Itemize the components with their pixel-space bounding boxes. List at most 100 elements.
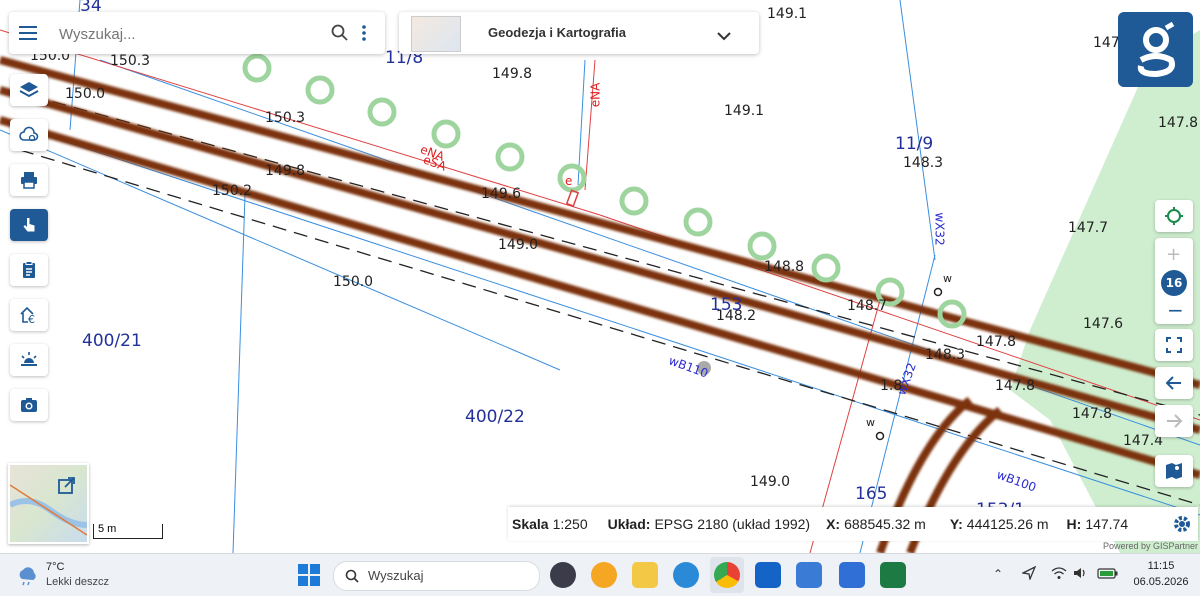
height-label: 150.0: [333, 274, 374, 290]
logo-g-icon: [1118, 12, 1193, 87]
street-view-button[interactable]: [1155, 455, 1193, 487]
app-calculator-icon[interactable]: [796, 562, 822, 588]
clipboard-icon: [23, 261, 35, 278]
camera-icon: [21, 398, 37, 412]
height-label: 147.8: [976, 334, 1017, 350]
parcel-label: 400/22: [465, 407, 525, 427]
search-icon[interactable]: [331, 24, 349, 46]
app-explorer-icon[interactable]: [632, 562, 658, 588]
height-label: 147.8: [1158, 115, 1199, 131]
height-label: 147.8: [995, 378, 1036, 394]
height-label: 149.8: [265, 163, 306, 179]
powered-by[interactable]: Powered by GISPartner: [1103, 541, 1198, 551]
minimap[interactable]: [8, 463, 89, 544]
height-label: 149.0: [750, 474, 791, 490]
start-icon[interactable]: [297, 563, 321, 592]
camera-button[interactable]: [10, 389, 48, 421]
cloud-icon: [19, 126, 39, 142]
locate-button[interactable]: [1155, 200, 1193, 232]
status-bar: Skala 1:250 Układ: EPSG 2180 (układ 1992) …: [508, 507, 1198, 541]
app-outlook-icon[interactable]: [755, 562, 781, 588]
crs-value: EPSG 2180 (układ 1992): [654, 516, 811, 532]
layer-label: Geodezja i Kartografia: [488, 25, 626, 40]
sunrise-button[interactable]: [10, 344, 48, 376]
app-excel-icon[interactable]: [880, 562, 906, 588]
arrow-left-icon: [1165, 376, 1181, 390]
height-label: 147.8: [1072, 406, 1113, 422]
more-vert-icon[interactable]: [360, 24, 368, 46]
height-label: 149.0: [498, 237, 539, 253]
back-button[interactable]: [1155, 367, 1193, 399]
fullscreen-button[interactable]: [1155, 329, 1193, 361]
height-label: 149.8: [492, 66, 533, 82]
wifi-icon[interactable]: [1051, 566, 1067, 585]
scale-value: 1:250: [552, 516, 588, 532]
scale-bar-label: 5 m: [98, 523, 117, 535]
app-browser-icon[interactable]: [591, 562, 617, 588]
weather-desc: Lekki deszcz: [46, 576, 109, 588]
weather-icon[interactable]: [16, 565, 40, 592]
taskbar: 7°C Lekki deszcz Wyszukaj ⌃ 11:15 06.05.…: [0, 553, 1200, 596]
app-chrome-icon[interactable]: [714, 562, 740, 588]
cloud-button[interactable]: [10, 119, 48, 151]
expand-icon[interactable]: [58, 477, 76, 499]
app-edge-icon[interactable]: [673, 562, 699, 588]
volume-icon[interactable]: [1073, 566, 1089, 585]
app-photos-icon[interactable]: [839, 562, 865, 588]
minus-icon[interactable]: −: [1167, 298, 1184, 322]
search-input[interactable]: [57, 21, 321, 47]
settings-icon[interactable]: [1172, 514, 1192, 537]
height-label: 149.6: [481, 186, 522, 202]
search-icon: [345, 569, 359, 583]
scale-label: Skala: [512, 516, 549, 532]
touch-button[interactable]: [10, 209, 48, 241]
parcel-label: 153: [710, 295, 743, 315]
height-label: 147: [1093, 35, 1120, 51]
x-value: 688545.32 m: [844, 516, 926, 532]
app-vpn-icon[interactable]: [550, 562, 576, 588]
taskbar-search[interactable]: Wyszukaj: [333, 561, 540, 591]
parcel-label: 400/21: [82, 331, 142, 351]
touch-icon: [23, 218, 35, 232]
height-label: 148.7: [847, 298, 888, 314]
layer-selector[interactable]: Geodezja i Kartografia: [399, 12, 759, 54]
print-button[interactable]: [10, 164, 48, 196]
arrow-right-icon: [1167, 414, 1183, 428]
print-icon: [21, 172, 37, 189]
layers-icon: [19, 82, 39, 98]
tray-expand-icon[interactable]: ⌃: [993, 567, 1003, 581]
plus-icon[interactable]: +: [1166, 244, 1181, 265]
height-label: 149.1: [767, 6, 808, 22]
height-label: 147.7: [1068, 220, 1109, 236]
valuation-button[interactable]: €: [10, 299, 48, 331]
layers-button[interactable]: [10, 74, 48, 106]
height-label: 150.3: [265, 110, 306, 126]
x-label: X:: [826, 516, 841, 532]
forward-button[interactable]: [1155, 405, 1193, 437]
fullscreen-icon: [1166, 337, 1182, 353]
search-panel: [9, 12, 385, 54]
h-value: 147.74: [1085, 516, 1129, 532]
clock-date: 06.05.2026: [1133, 576, 1189, 588]
crs-label: Układ:: [607, 516, 651, 532]
utility-label: eNA: [588, 82, 603, 108]
utility-label: w: [943, 272, 952, 285]
sunrise-icon: [21, 352, 37, 366]
menu-icon[interactable]: [19, 24, 39, 46]
y-value: 444125.26 m: [966, 516, 1049, 532]
utility-label: e: [565, 174, 573, 188]
weather-temp: 7°C: [46, 561, 65, 573]
clock-time: 11:15: [1147, 560, 1175, 572]
utility-label: w: [866, 416, 875, 429]
chevron-down-icon[interactable]: [717, 26, 731, 45]
location-icon[interactable]: [1020, 565, 1037, 585]
house-euro-icon: €: [20, 306, 35, 325]
target-icon: [1165, 207, 1183, 225]
battery-icon[interactable]: [1097, 566, 1119, 585]
height-label: 148.3: [903, 155, 944, 171]
height-label: 150.0: [65, 86, 106, 102]
parcel-label: 165: [855, 484, 888, 504]
utility-label: wX32: [932, 212, 947, 246]
scale-bar: 5 m: [93, 523, 163, 539]
clipboard-button[interactable]: [10, 254, 48, 286]
